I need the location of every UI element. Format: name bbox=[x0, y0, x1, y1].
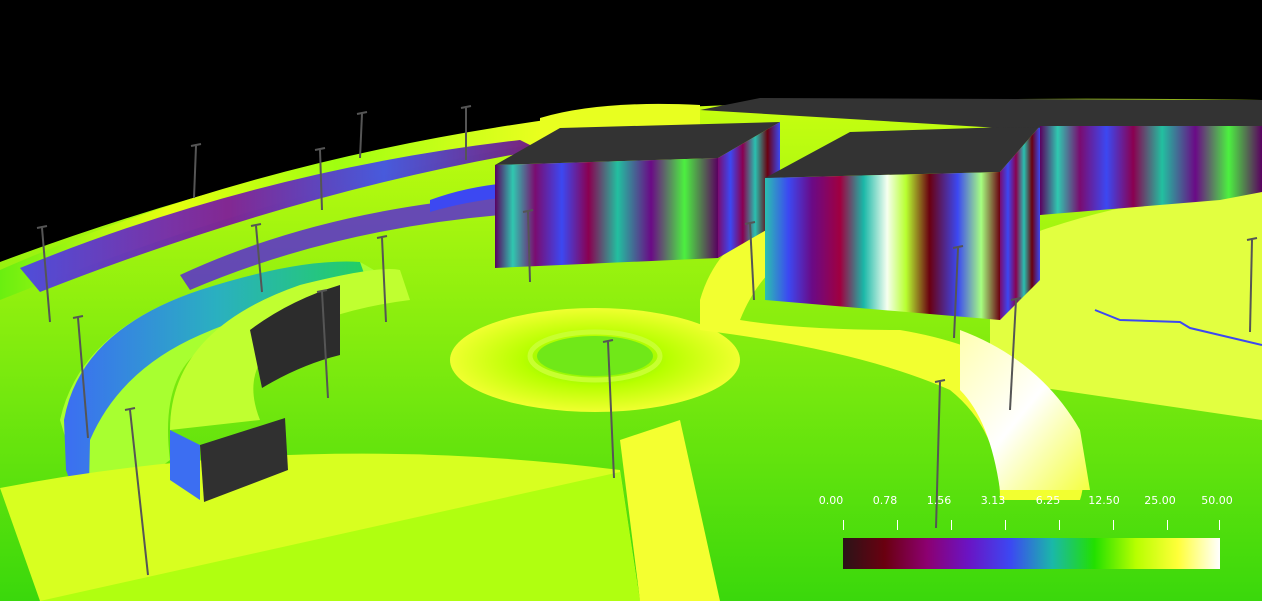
legend-label: 3.13 bbox=[980, 494, 1006, 507]
legend-label: 12.50 bbox=[1088, 494, 1120, 507]
legend-tick bbox=[1113, 520, 1114, 530]
legend-tick bbox=[897, 520, 898, 530]
illuminance-legend: 0.00 0.78 1.56 3.13 6.25 12.50 25.00 50.… bbox=[812, 492, 1233, 576]
legend-tick bbox=[843, 520, 844, 530]
legend-label: 25.00 bbox=[1144, 494, 1176, 507]
legend-tick bbox=[1059, 520, 1060, 530]
legend-tick bbox=[1219, 520, 1220, 530]
legend-label: 0.00 bbox=[818, 494, 844, 507]
legend-color-bar bbox=[843, 538, 1220, 569]
legend-label: 0.78 bbox=[872, 494, 898, 507]
roundabout-center bbox=[537, 336, 653, 376]
legend-tick bbox=[1005, 520, 1006, 530]
legend-tick bbox=[951, 520, 952, 530]
legend-label: 1.56 bbox=[926, 494, 952, 507]
legend-tick bbox=[1167, 520, 1168, 530]
building-left bbox=[495, 122, 780, 268]
legend-label: 50.00 bbox=[1201, 494, 1233, 507]
legend-label: 6.25 bbox=[1035, 494, 1061, 507]
